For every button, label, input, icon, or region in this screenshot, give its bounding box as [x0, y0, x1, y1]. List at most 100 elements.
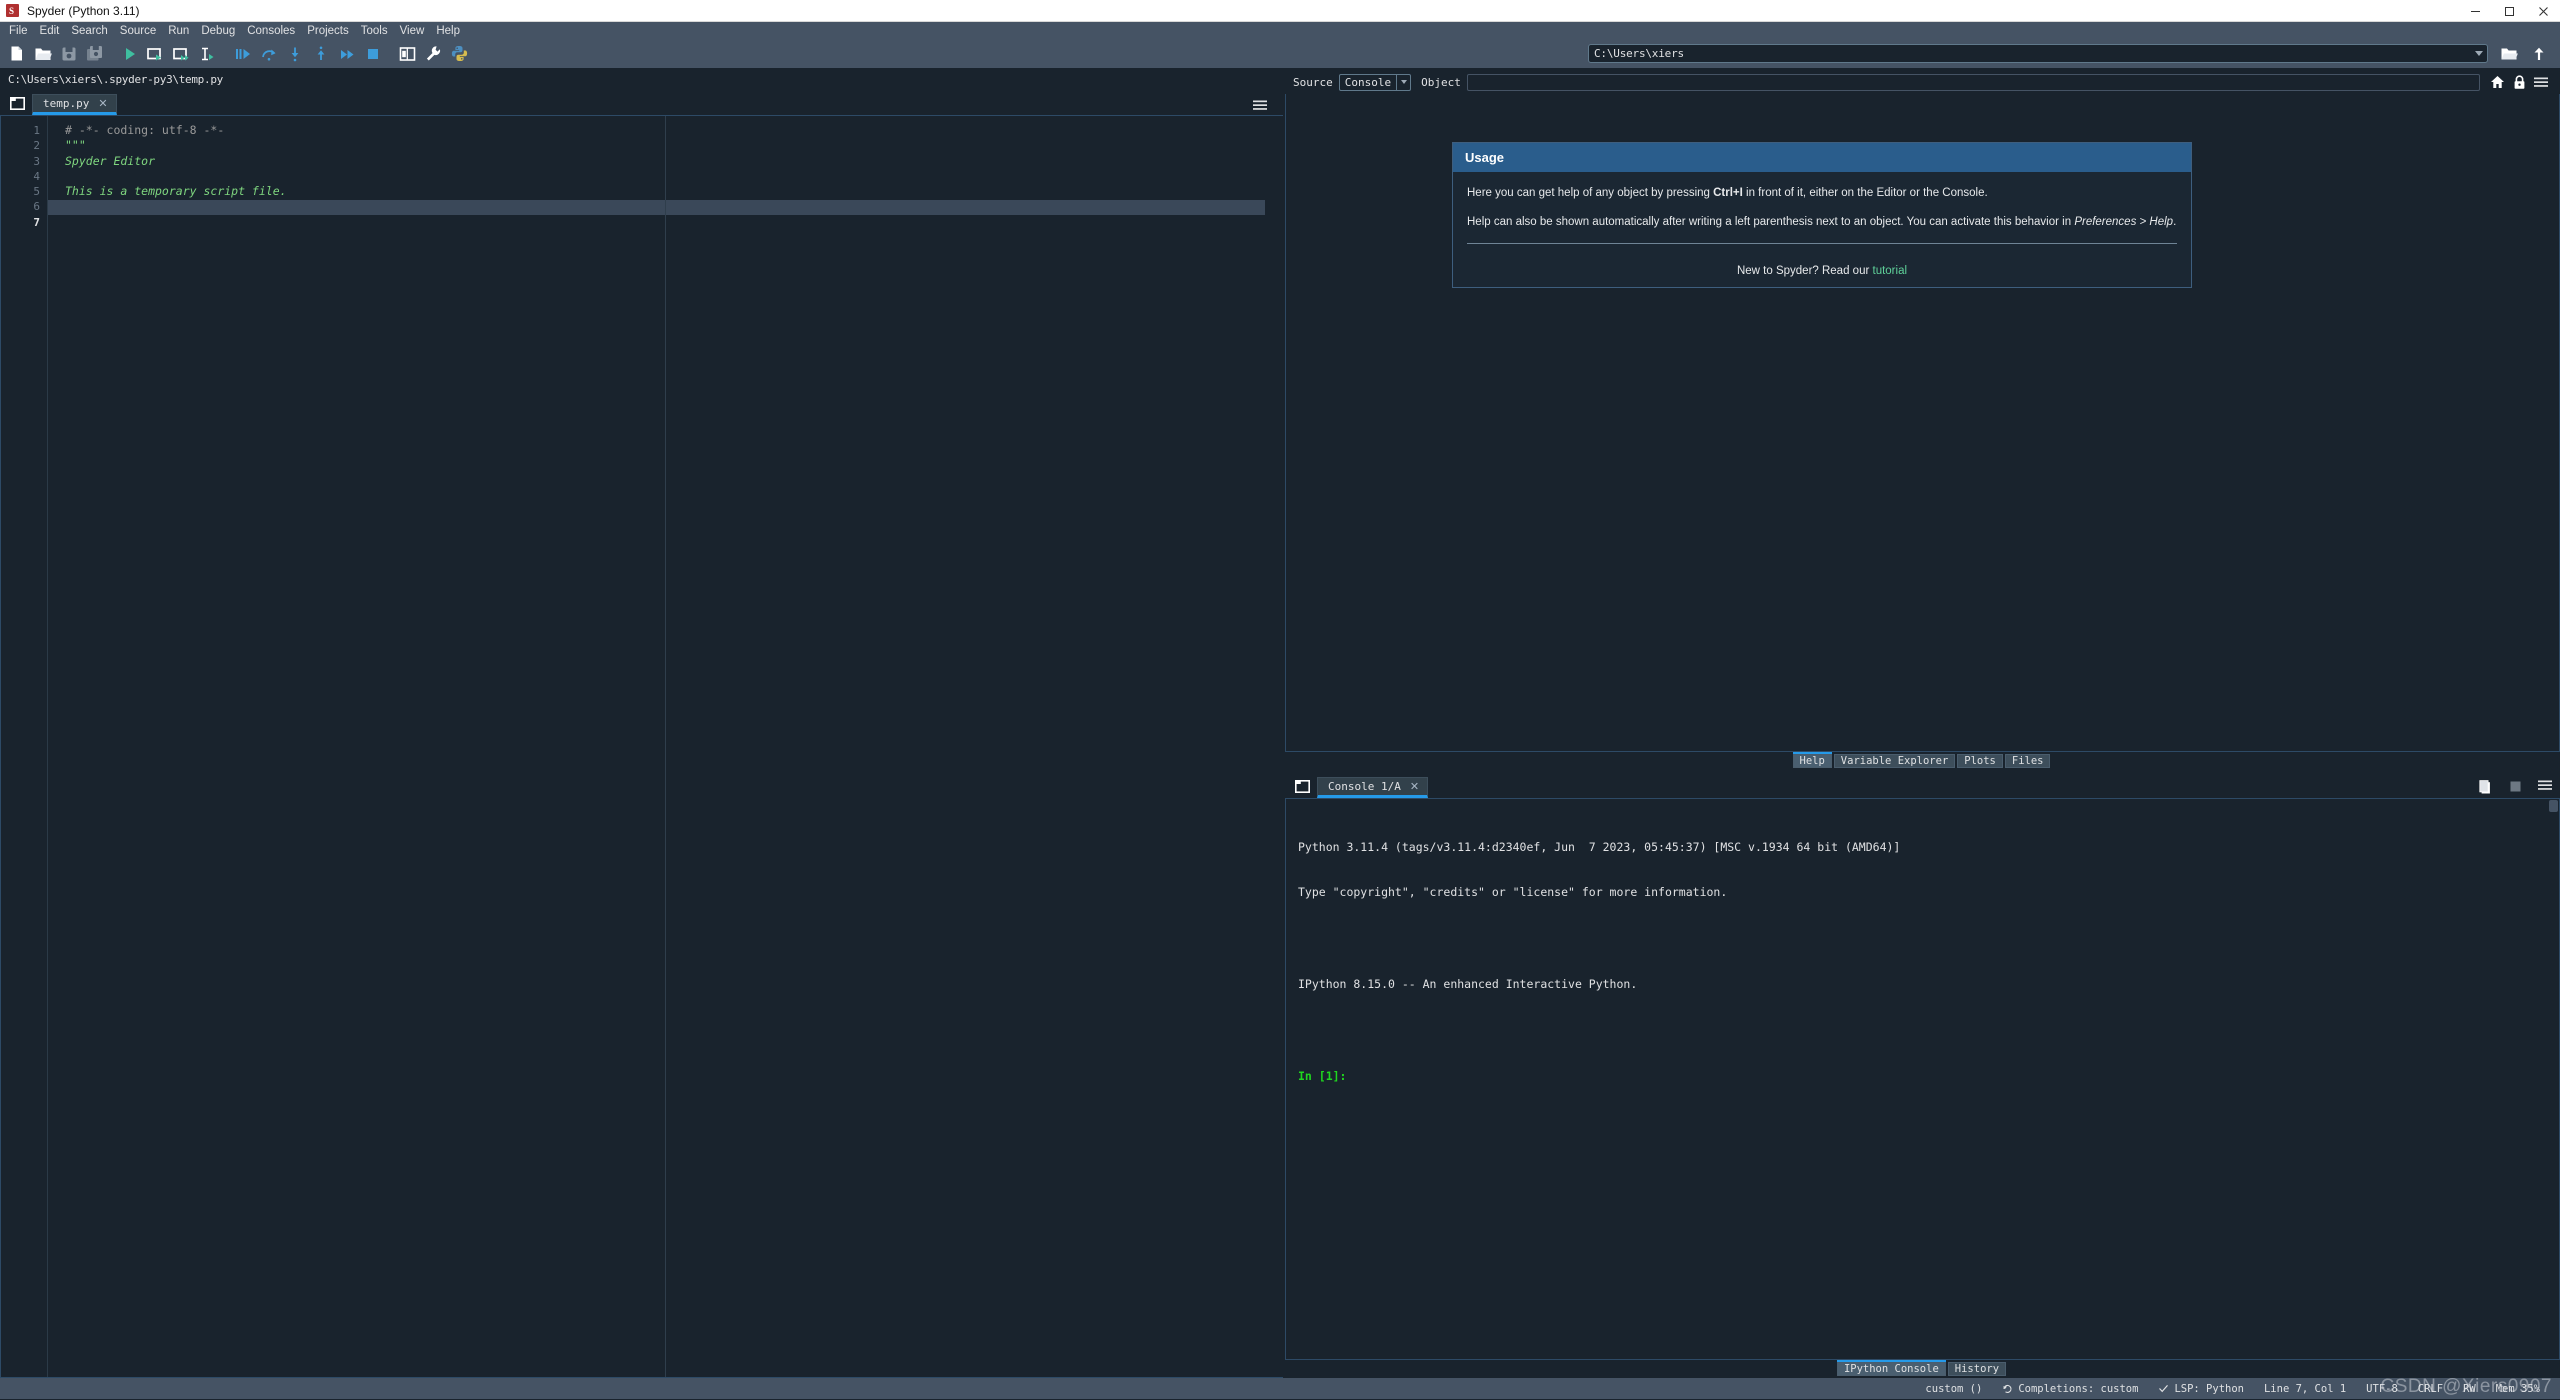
close-button[interactable] — [2526, 0, 2560, 22]
line-number: 1 — [1, 123, 47, 138]
save-all-icon[interactable] — [82, 41, 107, 66]
run-file-icon[interactable] — [117, 41, 142, 66]
object-label: Object — [1421, 76, 1461, 89]
code-text[interactable]: # -*- coding: utf-8 -*- """ Spyder Edito… — [48, 116, 1283, 1377]
window-controls — [2458, 0, 2560, 22]
chevron-down-icon[interactable] — [2475, 51, 2483, 56]
chevron-down-icon[interactable] — [1396, 75, 1410, 90]
console-output-area[interactable]: Python 3.11.4 (tags/v3.11.4:d2340ef, Jun… — [1285, 798, 2560, 1360]
editor-code-area[interactable]: 1 2 3 4 5 6 7 # -*- coding: utf-8 -*- ""… — [0, 115, 1283, 1378]
usage-footer: New to Spyder? Read our tutorial — [1453, 265, 2191, 287]
status-memory[interactable]: Mem 35% — [2496, 1383, 2540, 1395]
open-folder-icon[interactable] — [2496, 41, 2521, 66]
preferences-wrench-icon[interactable] — [421, 41, 446, 66]
help-object-input[interactable] — [1467, 74, 2480, 91]
step-into-icon[interactable] — [282, 41, 307, 66]
usage-content: Here you can get help of any object by p… — [1453, 172, 2191, 265]
menu-item-projects[interactable]: Projects — [301, 23, 355, 39]
help-pane-tab-bar: Help Variable Explorer Plots Files — [1285, 752, 2560, 770]
debug-file-icon[interactable] — [230, 41, 255, 66]
continue-icon[interactable] — [334, 41, 359, 66]
hamburger-icon[interactable] — [2530, 72, 2552, 92]
usage-p2-pre: Help can also be shown automatically aft… — [1467, 216, 2074, 228]
menu-item-tools[interactable]: Tools — [355, 23, 394, 39]
home-icon[interactable] — [2486, 72, 2508, 92]
save-file-icon[interactable] — [56, 41, 81, 66]
status-eol[interactable]: CRLF — [2418, 1383, 2443, 1395]
editor-file-path: C:\Users\xiers\.spyder-py3\temp.py — [0, 70, 1283, 90]
stop-icon[interactable] — [2509, 780, 2522, 795]
menu-item-run[interactable]: Run — [162, 23, 195, 39]
usage-p1-pre: Here you can get help of any object by p… — [1467, 187, 1713, 199]
pythonpath-icon[interactable] — [447, 41, 472, 66]
new-file-icon[interactable] — [4, 41, 29, 66]
console-pane-tab-bar: IPython Console History — [1285, 1360, 2560, 1378]
layout-panes-icon[interactable] — [395, 41, 420, 66]
help-content: Usage Here you can get help of any objec… — [1285, 94, 2560, 752]
status-cursor-position[interactable]: Line 7, Col 1 — [2264, 1383, 2346, 1395]
lock-icon[interactable] — [2508, 72, 2530, 92]
close-icon[interactable]: ✕ — [98, 97, 107, 110]
menu-item-search[interactable]: Search — [65, 23, 113, 39]
usage-paragraph-1: Here you can get help of any object by p… — [1467, 185, 2177, 201]
menu-item-help[interactable]: Help — [430, 23, 466, 39]
line-number: 4 — [1, 169, 47, 184]
check-icon — [2158, 1383, 2169, 1394]
edge-line — [665, 116, 666, 1377]
close-icon[interactable]: ✕ — [1410, 780, 1419, 793]
working-directory-combo[interactable]: C:\Users\xiers — [1588, 44, 2488, 63]
usage-p2-post: . — [2173, 216, 2176, 228]
console-line: IPython 8.15.0 -- An enhanced Interactiv… — [1298, 977, 2547, 992]
menu-item-debug[interactable]: Debug — [195, 23, 241, 39]
status-interpreter[interactable]: custom () — [1925, 1383, 1982, 1395]
stop-debug-icon[interactable] — [360, 41, 385, 66]
status-permissions[interactable]: RW — [2463, 1383, 2476, 1395]
usage-p1-shortcut: Ctrl+I — [1713, 187, 1743, 199]
line-number: 2 — [1, 138, 47, 153]
remove-console-icon[interactable] — [2479, 780, 2493, 795]
console-tools — [2479, 780, 2552, 795]
maximize-button[interactable] — [2492, 0, 2526, 22]
usage-header: Usage — [1453, 143, 2191, 172]
editor-scrollbar[interactable] — [1271, 116, 1283, 1377]
menu-item-file[interactable]: File — [3, 23, 34, 39]
editor-tab-temp-py[interactable]: temp.py ✕ — [32, 94, 117, 115]
console-scrollbar[interactable] — [2548, 799, 2559, 1359]
arrow-up-icon[interactable] — [2526, 41, 2551, 66]
status-lsp[interactable]: LSP: Python — [2158, 1383, 2244, 1395]
menu-item-view[interactable]: View — [394, 23, 431, 39]
tutorial-link[interactable]: tutorial — [1873, 265, 1908, 277]
help-toolbar: Source Console Object — [1285, 70, 2560, 94]
pane-window-icon[interactable] — [1291, 775, 1313, 797]
status-completions[interactable]: Completions: custom — [2002, 1383, 2138, 1395]
status-completions-label: Completions: custom — [2018, 1383, 2138, 1395]
run-cell-icon[interactable] — [143, 41, 168, 66]
tab-help[interactable]: Help — [1793, 754, 1832, 768]
tab-plots[interactable]: Plots — [1957, 754, 2003, 768]
tab-ipython-console[interactable]: IPython Console — [1837, 1362, 1946, 1376]
tab-files[interactable]: Files — [2005, 754, 2051, 768]
minimize-button[interactable] — [2458, 0, 2492, 22]
step-over-icon[interactable] — [256, 41, 281, 66]
hamburger-icon[interactable] — [1251, 97, 1269, 113]
console-tab-1a[interactable]: Console 1/A ✕ — [1317, 777, 1428, 798]
status-bar: custom () Completions: custom LSP: Pytho… — [0, 1378, 2560, 1399]
main-workspace: C:\Users\xiers\.spyder-py3\temp.py temp.… — [0, 70, 2560, 1378]
menu-item-source[interactable]: Source — [114, 23, 162, 39]
run-cell-advance-icon[interactable] — [169, 41, 194, 66]
editor-tab-label: temp.py — [43, 97, 89, 110]
tab-history[interactable]: History — [1948, 1362, 2006, 1376]
editor-line-numbers: 1 2 3 4 5 6 7 — [1, 116, 48, 1377]
run-selection-icon[interactable] — [195, 41, 220, 66]
status-lsp-label: LSP: Python — [2174, 1383, 2244, 1395]
help-source-combo[interactable]: Console — [1339, 74, 1411, 91]
open-file-icon[interactable] — [30, 41, 55, 66]
menu-item-edit[interactable]: Edit — [34, 23, 66, 39]
menu-item-consoles[interactable]: Consoles — [241, 23, 301, 39]
tab-variable-explorer[interactable]: Variable Explorer — [1834, 754, 1955, 768]
hamburger-icon[interactable] — [2538, 780, 2552, 795]
pane-window-icon[interactable] — [6, 92, 28, 114]
step-return-icon[interactable] — [308, 41, 333, 66]
source-label: Source — [1293, 76, 1333, 89]
status-encoding[interactable]: UTF-8 — [2366, 1383, 2398, 1395]
